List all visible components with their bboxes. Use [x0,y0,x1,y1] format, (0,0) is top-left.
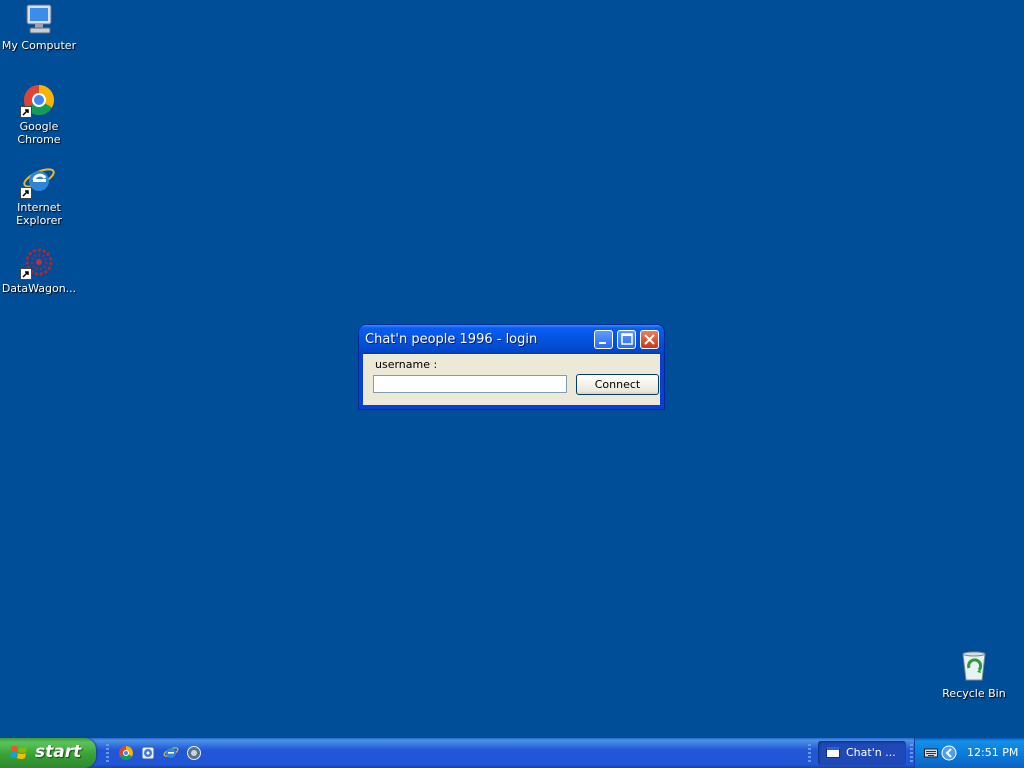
start-label: start [35,742,82,762]
login-dialog[interactable]: Chat'n people 1996 - login username : Co… [359,325,664,409]
username-input[interactable] [373,375,567,393]
desktop-icon-datawagon[interactable]: DataWagon... [0,245,78,295]
windows-logo-icon [10,746,27,759]
connect-button[interactable]: Connect [576,374,659,395]
close-icon [644,334,655,345]
minimize-button[interactable] [594,330,613,349]
desktop-icon-recycle-bin[interactable]: Recycle Bin [935,650,1013,700]
taskbar-window-label: Chat'n ... [846,746,896,759]
show-hidden-icons-icon[interactable] [941,745,957,761]
globe-icon[interactable] [186,745,202,761]
shortcut-arrow-icon [20,268,32,280]
desktop-icon-label: Google Chrome [17,120,61,146]
media-icon[interactable] [140,745,156,761]
clock[interactable]: 12:51 PM [967,746,1018,759]
close-button[interactable] [640,330,659,349]
minimize-icon [599,342,606,344]
shortcut-arrow-icon [20,106,32,118]
desktop-icon-label: My Computer [1,39,77,52]
my-computer-icon [22,2,56,36]
start-button[interactable]: start [0,738,96,768]
internet-explorer-icon[interactable] [163,745,179,761]
desktop-icon-my-computer[interactable]: My Computer [0,2,78,52]
taskbar-grip[interactable] [808,744,811,762]
dialog-title: Chat'n people 1996 - login [365,332,538,347]
datawagon-icon [20,245,56,280]
desktop-icon-label: Recycle Bin [942,687,1006,700]
window-icon [826,747,840,758]
desktop-icon-internet-explorer[interactable]: Internet Explorer [0,164,78,227]
system-tray: 12:51 PM [914,738,1024,768]
desktop-icon-label-line2: Explorer [16,214,62,227]
internet-explorer-icon [20,164,56,199]
maximize-button[interactable] [617,330,636,349]
taskbar-grip[interactable] [910,744,913,762]
desktop-icon-label: DataWagon... [1,282,77,295]
desktop-icon-label-line1: Internet [17,201,61,214]
taskbar: start Chat'n ... 12:51 PM [0,738,1024,768]
shortcut-arrow-icon [20,187,32,199]
desktop-icon-google-chrome[interactable]: Google Chrome [0,83,78,146]
maximize-icon [621,333,633,345]
keyboard-icon[interactable] [924,747,938,759]
taskbar-grip[interactable] [106,744,109,762]
taskbar-window-button[interactable]: Chat'n ... [818,741,906,765]
chrome-icon [20,83,56,118]
dialog-body: username : Connect [363,354,660,405]
dialog-titlebar[interactable]: Chat'n people 1996 - login [359,325,664,354]
username-label: username : [375,358,438,371]
chrome-icon[interactable] [118,745,134,761]
recycle-bin-icon [957,650,991,684]
